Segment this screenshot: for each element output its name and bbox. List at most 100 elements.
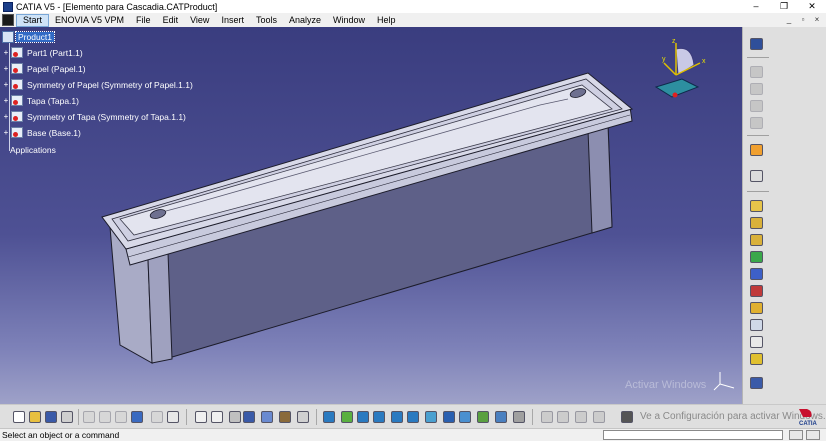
tree-node-symmetry-papel[interactable]: + Symmetry of Papel (Symmetry of Papel.1…	[2, 77, 195, 92]
menu-insert[interactable]: Insert	[215, 14, 250, 27]
tree-label[interactable]: Symmetry of Tapa (Symmetry of Tapa.1.1)	[25, 112, 188, 122]
tree-label[interactable]: Papel (Papel.1)	[25, 64, 88, 74]
tree-node-part1[interactable]: + Part1 (Part1.1)	[2, 45, 85, 60]
new-file-icon[interactable]	[12, 410, 26, 424]
fly-mode-icon[interactable]	[322, 410, 336, 424]
catia-app-icon	[3, 1, 13, 12]
expand-icon[interactable]: +	[2, 80, 10, 89]
camera-icon[interactable]	[620, 410, 634, 424]
expand-icon[interactable]: +	[2, 112, 10, 121]
print-icon[interactable]	[60, 410, 74, 424]
rotate-icon[interactable]	[372, 410, 386, 424]
assembly-tree-icon[interactable]	[260, 410, 274, 424]
tree-label[interactable]: Base (Base.1)	[25, 128, 83, 138]
component-icon	[11, 95, 23, 106]
scene-icon[interactable]	[278, 410, 292, 424]
menu-tools[interactable]: Tools	[250, 14, 283, 27]
snap-icon[interactable]	[749, 267, 765, 282]
comment-icon[interactable]	[210, 410, 224, 424]
toolbar-separator	[532, 409, 533, 425]
bottom-toolbar: Ve a Configuración para activar Windows.…	[0, 404, 826, 428]
section-icon[interactable]	[749, 318, 765, 333]
disabled-tool-icon	[749, 116, 765, 131]
menu-analyze[interactable]: Analyze	[283, 14, 327, 27]
copy-icon	[98, 410, 112, 424]
tree-label-product1[interactable]: Product1	[14, 30, 56, 43]
open-folder-icon[interactable]	[28, 410, 42, 424]
existing-component-icon[interactable]	[749, 216, 765, 231]
manipulation-icon[interactable]	[749, 169, 765, 184]
document-icon[interactable]	[2, 14, 14, 26]
window-title: CATIA V5 - [Elemento para Cascadia.CATPr…	[16, 1, 218, 12]
compass-icon[interactable]: z x y	[648, 35, 718, 115]
tree-node-base[interactable]: + Base (Base.1)	[2, 125, 83, 140]
3d-viewport[interactable]: Product1 + Part1 (Part1.1) + Papel (Pape…	[0, 27, 742, 404]
menu-help[interactable]: Help	[371, 14, 402, 27]
menu-window[interactable]: Window	[327, 14, 371, 27]
menu-bar: Start ENOVIA V5 VPM File Edit View Inser…	[0, 13, 826, 27]
menu-view[interactable]: View	[184, 14, 215, 27]
expand-icon[interactable]: +	[2, 48, 10, 57]
toolbar-separator	[316, 409, 317, 425]
analysis-icon	[574, 410, 588, 424]
maximize-button[interactable]: ❐	[770, 0, 798, 13]
swap-visible-icon[interactable]	[494, 410, 508, 424]
doc-restore-button[interactable]: ▫	[796, 13, 810, 27]
clash-icon[interactable]	[749, 301, 765, 316]
formula-icon[interactable]	[194, 410, 208, 424]
zoom-out-icon[interactable]	[406, 410, 420, 424]
menu-file[interactable]: File	[130, 14, 157, 27]
tree-label-applications[interactable]: Applications	[8, 145, 58, 155]
render-icon[interactable]	[512, 410, 526, 424]
command-prev-button[interactable]	[789, 430, 803, 440]
pan-icon[interactable]	[356, 410, 370, 424]
menu-enovia[interactable]: ENOVIA V5 VPM	[49, 14, 130, 27]
doc-minimize-button[interactable]: _	[782, 13, 796, 27]
normal-view-icon[interactable]	[424, 410, 438, 424]
iso-view-icon[interactable]	[442, 410, 456, 424]
annotation-icon[interactable]	[749, 335, 765, 350]
workbench-icon[interactable]	[749, 37, 765, 52]
minimize-button[interactable]: –	[742, 0, 770, 13]
doc-close-button[interactable]: ×	[810, 13, 824, 27]
menu-start[interactable]: Start	[16, 13, 50, 27]
new-part-icon[interactable]	[749, 233, 765, 248]
close-button[interactable]: ✕	[798, 0, 826, 13]
measure-icon	[540, 410, 554, 424]
expand-icon[interactable]: +	[2, 128, 10, 137]
zoom-in-icon[interactable]	[390, 410, 404, 424]
cut-icon	[82, 410, 96, 424]
fit-all-icon[interactable]	[340, 410, 354, 424]
select-arrow-icon[interactable]	[749, 143, 765, 158]
save-icon[interactable]	[44, 410, 58, 424]
tree-label[interactable]: Symmetry of Papel (Symmetry of Papel.1.1…	[25, 80, 195, 90]
tree-node-symmetry-tapa[interactable]: + Symmetry of Tapa (Symmetry of Tapa.1.1…	[2, 109, 188, 124]
menu-edit[interactable]: Edit	[157, 14, 185, 27]
table-icon[interactable]	[242, 410, 256, 424]
publication-icon[interactable]	[749, 352, 765, 367]
tree-node-root[interactable]: Product1	[2, 29, 56, 44]
tree-node-applications[interactable]: Applications	[8, 142, 58, 157]
status-message: Select an object or a command	[2, 430, 120, 440]
command-input[interactable]	[603, 430, 783, 440]
sketch-icon[interactable]	[228, 410, 242, 424]
product-tool-icon[interactable]	[296, 410, 310, 424]
tree-node-tapa[interactable]: + Tapa (Tapa.1)	[2, 93, 81, 108]
tree-label[interactable]: Tapa (Tapa.1)	[25, 96, 81, 106]
explode-icon[interactable]	[749, 284, 765, 299]
expand-icon[interactable]: +	[2, 96, 10, 105]
redo-icon	[150, 410, 164, 424]
replace-component-icon[interactable]	[749, 250, 765, 265]
tree-node-papel[interactable]: + Papel (Papel.1)	[2, 61, 88, 76]
shading-icon[interactable]	[458, 410, 472, 424]
undo-icon[interactable]	[130, 410, 144, 424]
status-bar: Select an object or a command	[0, 428, 826, 441]
command-cancel-button[interactable]	[806, 430, 820, 440]
help-icon[interactable]	[166, 410, 180, 424]
disabled-tool-icon	[749, 82, 765, 97]
hide-show-icon[interactable]	[476, 410, 490, 424]
constraint-icon[interactable]	[749, 199, 765, 214]
tree-label[interactable]: Part1 (Part1.1)	[25, 48, 85, 58]
catalog-icon[interactable]	[749, 376, 765, 391]
expand-icon[interactable]: +	[2, 64, 10, 73]
